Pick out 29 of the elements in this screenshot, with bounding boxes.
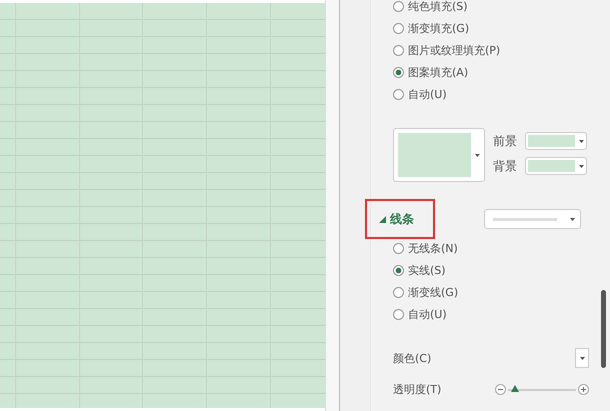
caret-icon: [580, 356, 584, 360]
line-style-dropdown[interactable]: [484, 209, 581, 229]
radio-option[interactable]: 图片或纹理填充(P): [393, 42, 610, 58]
radio-option[interactable]: 纯色填充(S): [393, 0, 610, 14]
caret-icon: [570, 218, 575, 220]
caret-icon: [579, 164, 584, 168]
caret-icon: [475, 154, 480, 156]
radio-option[interactable]: 自动(U): [393, 86, 610, 102]
scrollbar-thumb[interactable]: [601, 290, 606, 368]
minus-icon[interactable]: [495, 384, 506, 395]
caret-icon: [579, 140, 584, 142]
background-label: 背景: [493, 158, 517, 174]
color-label: 颜色(C): [393, 350, 432, 366]
foreground-color-dropdown[interactable]: [525, 132, 587, 150]
radio-option[interactable]: 实线(S): [393, 262, 610, 278]
pattern-swatch[interactable]: [393, 128, 485, 182]
radio-option[interactable]: 渐变线(G): [393, 284, 610, 300]
radio-option[interactable]: 图案填充(A): [393, 64, 610, 80]
expand-triangle-icon: [379, 216, 386, 222]
radio-option[interactable]: 无线条(N): [393, 240, 610, 256]
transparency-label: 透明度(T): [393, 382, 442, 397]
color-dropdown[interactable]: [575, 348, 589, 368]
foreground-label: 前景: [493, 132, 517, 150]
radio-option[interactable]: 渐变填充(G): [393, 20, 610, 36]
transparency-slider[interactable]: [495, 384, 589, 395]
plus-icon[interactable]: [578, 384, 589, 395]
radio-option[interactable]: 自动(U): [393, 306, 610, 322]
section-header[interactable]: 线条: [379, 210, 414, 228]
background-color-dropdown[interactable]: [525, 157, 587, 175]
